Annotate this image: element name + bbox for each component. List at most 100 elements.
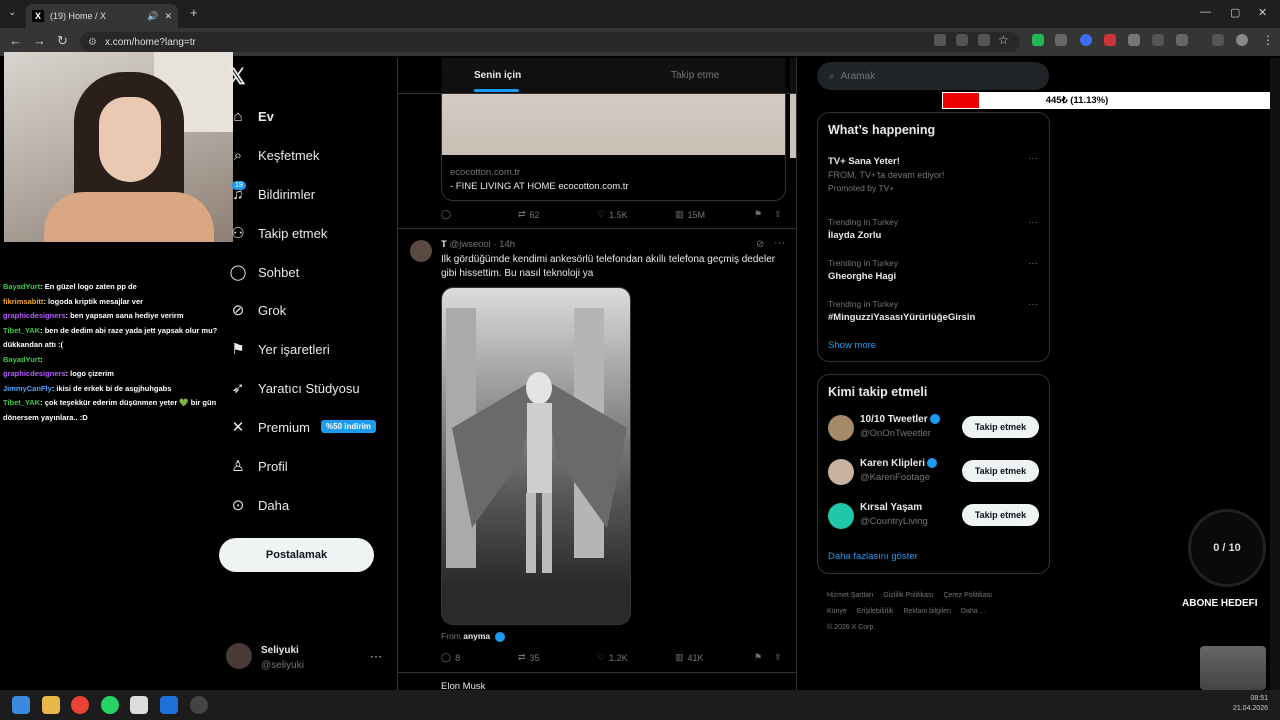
sidebar-item-home[interactable]: ⌂ Ev (228, 101, 273, 131)
sidebar-item-grok[interactable]: ⊘ Grok (228, 295, 286, 325)
who-more-link[interactable]: Daha fazlasını göster (828, 551, 918, 562)
more-dots-icon[interactable]: ··· (1028, 299, 1038, 310)
reply-icon[interactable]: ◯ (441, 209, 451, 220)
search-input[interactable]: ⌕ Aramak (817, 62, 1049, 90)
views-action[interactable]: ▥ 41K (675, 652, 704, 663)
chrome-icon[interactable] (71, 696, 89, 714)
grok-icon[interactable]: ⊘ (756, 239, 764, 250)
share-icon[interactable]: ⇪ (774, 209, 782, 220)
repost-action[interactable]: ⇄ 62 (518, 209, 540, 220)
footer-link[interactable]: Künye (827, 604, 847, 620)
paint-icon[interactable] (130, 696, 148, 714)
browser-tab[interactable]: X (19) Home / X 🔊 ✕ (26, 4, 178, 28)
avatar[interactable] (828, 415, 854, 441)
avatar[interactable] (828, 503, 854, 529)
tab-close-icon[interactable]: ✕ (164, 11, 172, 22)
views-action[interactable]: ▥ 15M (675, 209, 705, 220)
repost-action[interactable]: ⇄ 35 (518, 652, 540, 663)
follow-button[interactable]: Takip etmek (962, 460, 1039, 482)
sidebar-item-rocket[interactable]: ➶ Yaratıcı Stüdyosu (228, 373, 360, 403)
bookmark-icon[interactable]: ⚑ (754, 209, 762, 220)
x-logo-icon[interactable]: 𝕏 (228, 64, 246, 90)
system-clock[interactable]: 08:51 21.04.2026 (1226, 694, 1268, 714)
more-dots-icon[interactable]: ··· (774, 237, 785, 249)
premium-discount-badge[interactable]: %50 indirim (321, 420, 376, 433)
windows-start-icon[interactable] (12, 696, 30, 714)
key-icon[interactable] (978, 34, 990, 46)
bookmark-icon[interactable]: ⚑ (754, 652, 762, 663)
footer-link[interactable]: Gizlilik Politikası (883, 588, 933, 604)
tab-for-you[interactable]: Senin için (474, 70, 521, 81)
more-dots-icon[interactable]: ··· (370, 649, 382, 663)
follow-button[interactable]: Takip etmek (962, 416, 1039, 438)
new-tab-icon[interactable]: + (190, 5, 198, 20)
extension-blue-icon[interactable] (1080, 34, 1092, 46)
avatar[interactable] (410, 240, 432, 262)
tweet-video[interactable] (441, 287, 631, 625)
extension-green-icon[interactable] (1032, 34, 1044, 46)
reply-action[interactable]: ◯ 8 (441, 652, 460, 663)
speaker-icon[interactable]: 🔊 (147, 11, 158, 22)
trend-item[interactable]: Trending in Turkey İlayda Zorlu ··· (828, 217, 1038, 241)
sidebar-item-x-premium[interactable]: ✕ Premium (228, 412, 310, 442)
file-explorer-icon[interactable] (42, 696, 60, 714)
sidebar-item-profile[interactable]: ♙ Profil (228, 451, 287, 481)
footer-link[interactable]: Daha ... (961, 604, 986, 620)
profile-avatar-icon[interactable] (1236, 34, 1248, 46)
translate-icon[interactable] (934, 34, 946, 46)
trend-item[interactable]: TV+ Sana Yeter! FROM, TV+'ta devam ediyor… (828, 153, 1038, 193)
trend-item[interactable]: Trending in Turkey Gheorghe Hagi ··· (828, 258, 1038, 282)
next-tweet-author[interactable]: Elon Musk (441, 681, 485, 690)
sidebar-item-more[interactable]: ⊙ Daha (228, 490, 289, 520)
more-dots-icon[interactable]: ··· (1028, 217, 1038, 228)
tweet-handle[interactable]: @jwseool (449, 239, 490, 250)
sidebar-item-bookmark[interactable]: ⚑ Yer işaretleri (228, 334, 330, 364)
follow-button[interactable]: Takip etmek (962, 504, 1039, 526)
url-field[interactable]: ⚙ x.com/home?lang=tr (80, 32, 1020, 52)
follow-suggestion[interactable]: 10/10 Tweetler @OnOnTweetler Takip etmek (828, 413, 1043, 443)
sidebar-item-chat[interactable]: ◯ Sohbet (228, 257, 300, 287)
extension-shield-icon[interactable] (1152, 34, 1164, 46)
follow-suggestion[interactable]: Karen Klipleri @KarenFootage Takip etmek (828, 457, 1043, 487)
obs-icon[interactable] (190, 696, 208, 714)
tweet-time[interactable]: · 14h (493, 239, 515, 250)
footer-link[interactable]: Erişilebilirlik (857, 604, 894, 620)
close-window-icon[interactable]: ✕ (1258, 6, 1267, 19)
sidebar-item-search[interactable]: ⌕ Keşfetmek (228, 140, 320, 170)
forward-icon[interactable]: → (33, 33, 46, 48)
photos-icon[interactable] (160, 696, 178, 714)
avatar[interactable] (828, 459, 854, 485)
post-button[interactable]: Postalamak (219, 538, 374, 572)
whatsapp-icon[interactable] (101, 696, 119, 714)
extensions-puzzle-icon[interactable] (1176, 34, 1188, 46)
tab-following[interactable]: Takip etme (671, 70, 719, 81)
sidebar-item-follow[interactable]: ⚇ Takip etmek (228, 218, 327, 248)
footer-link[interactable]: © 2026 X Corp. (827, 620, 875, 636)
more-dots-icon[interactable]: ··· (1028, 258, 1038, 269)
site-info-icon[interactable]: ⚙ (88, 37, 97, 48)
like-action[interactable]: ♡ 1.5K (597, 209, 628, 220)
cast-icon[interactable] (956, 34, 968, 46)
tab-list-chevron-icon[interactable]: ⌄ (8, 7, 16, 18)
footer-link[interactable]: Hizmet Şartları (827, 588, 873, 604)
reload-icon[interactable]: ↻ (57, 33, 68, 49)
back-icon[interactable]: ← (9, 33, 22, 48)
source-name[interactable]: anyma (463, 631, 490, 641)
show-more-link[interactable]: Show more (828, 340, 876, 351)
browser-menu-icon[interactable]: ⋮ (1262, 33, 1274, 47)
account-switcher[interactable]: Seliyuki @seliyuki ··· (226, 643, 396, 673)
maximize-icon[interactable]: ▢ (1230, 6, 1240, 19)
scrollbar[interactable] (1270, 58, 1280, 690)
minimize-icon[interactable]: — (1200, 6, 1211, 18)
follow-suggestion[interactable]: Kırsal Yaşam @CountryLiving Takip etmek (828, 501, 1043, 531)
extension-red-icon[interactable] (1104, 34, 1116, 46)
footer-link[interactable]: Reklam bilgileri (903, 604, 950, 620)
more-dots-icon[interactable]: ··· (1028, 153, 1038, 164)
tweet-author[interactable]: T (441, 239, 447, 250)
extension-z-icon[interactable] (1128, 34, 1140, 46)
share-icon[interactable]: ⇪ (774, 652, 782, 663)
trend-item[interactable]: Trending in Turkey #MinguzziYasasıYürürlü… (828, 299, 1038, 323)
bookmark-star-icon[interactable]: ☆ (998, 33, 1009, 47)
like-action[interactable]: ♡ 1.2K (597, 652, 628, 663)
extension-icon[interactable] (1055, 34, 1067, 46)
